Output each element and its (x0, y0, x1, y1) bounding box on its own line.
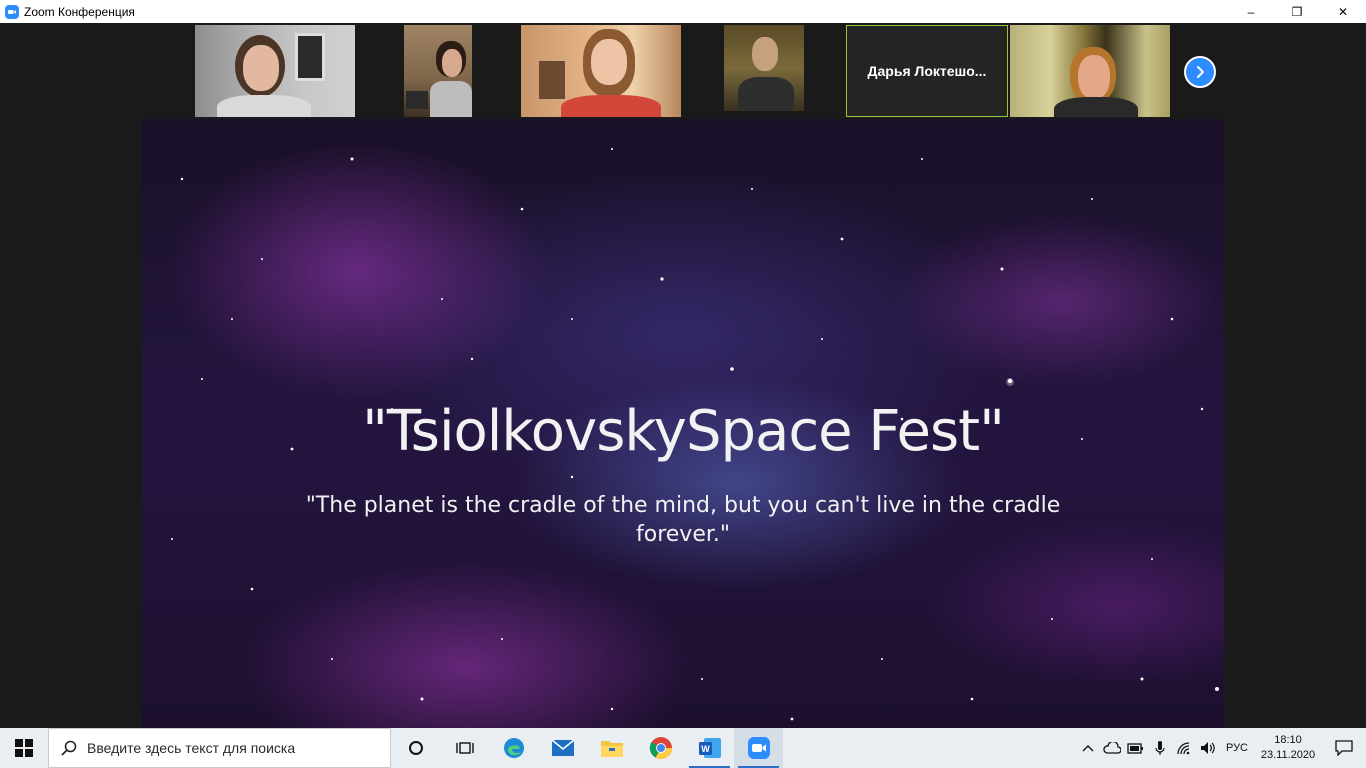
zoom-meeting-area: Дарья Локтешо... "TsiolkovskySpace Fest"… (0, 23, 1366, 728)
network-tray-icon[interactable] (1172, 728, 1196, 768)
shared-screen: "TsiolkovskySpace Fest" "The planet is t… (142, 119, 1224, 728)
participant-video (1010, 25, 1170, 117)
cortana-circle-icon (408, 741, 423, 755)
participant-video-tile[interactable] (724, 25, 804, 111)
word-icon: W (698, 738, 721, 758)
wifi-icon (1177, 742, 1190, 755)
battery-icon (1127, 743, 1143, 754)
mail-icon (550, 739, 575, 756)
svg-text:W: W (701, 744, 710, 754)
edge-taskbar-button[interactable] (489, 728, 538, 768)
action-center-button[interactable] (1322, 728, 1366, 768)
folder-icon (600, 741, 623, 757)
cloud-icon (1103, 742, 1121, 754)
window-titlebar: Zoom Конференция – ❐ ✕ (0, 0, 1366, 23)
gallery-strip: Дарья Локтешо... (0, 25, 1366, 117)
microphone-icon (1155, 741, 1165, 755)
participant-video (521, 25, 681, 117)
search-icon (61, 740, 77, 756)
clock-date: 23.11.2020 (1260, 749, 1316, 761)
cortana-button[interactable] (391, 728, 440, 768)
minimize-button[interactable]: – (1228, 0, 1274, 23)
slide-quote: "The planet is the cradle of the mind, b… (305, 493, 1061, 547)
slide-title: "TsiolkovskySpace Fest" (362, 399, 1005, 464)
window-title: Zoom Конференция (24, 4, 135, 19)
edge-browser-icon (503, 738, 524, 758)
clock-time: 18:10 (1274, 734, 1302, 746)
system-tray: РУС 18:10 23.11.2020 (1076, 728, 1366, 768)
participant-video-tile[interactable] (521, 25, 681, 117)
restore-button[interactable]: ❐ (1274, 0, 1320, 23)
windows-logo-icon (15, 739, 33, 757)
chevron-right-icon (1197, 66, 1204, 78)
zoom-app-icon (5, 4, 19, 19)
taskbar-search-box[interactable]: Введите здесь текст для поиска (48, 728, 391, 768)
chrome-taskbar-button[interactable] (636, 728, 685, 768)
notification-icon (1335, 740, 1353, 756)
taskbar-clock[interactable]: 18:10 23.11.2020 (1254, 733, 1322, 763)
word-taskbar-button[interactable]: W (685, 728, 734, 768)
search-placeholder: Введите здесь текст для поиска (87, 740, 296, 756)
window-controls: – ❐ ✕ (1228, 0, 1366, 23)
participant-name-tile[interactable]: Дарья Локтешо... (846, 25, 1008, 117)
input-language-indicator[interactable]: РУС (1220, 742, 1254, 754)
participant-video (195, 25, 355, 117)
microphone-tray-icon[interactable] (1148, 728, 1172, 768)
close-button[interactable]: ✕ (1320, 0, 1366, 23)
participant-video (404, 25, 472, 117)
chrome-browser-icon (649, 737, 672, 759)
speaker-icon (1200, 742, 1215, 754)
mail-taskbar-button[interactable] (538, 728, 587, 768)
windows-taskbar: Введите здесь текст для поиска W РУС 18:… (0, 728, 1366, 768)
task-view-icon (455, 742, 474, 754)
participant-video (724, 25, 804, 111)
participant-name: Дарья Локтешо... (867, 63, 987, 79)
task-view-button[interactable] (440, 728, 489, 768)
zoom-icon (747, 737, 770, 759)
chevron-up-icon (1082, 745, 1094, 752)
onedrive-tray-icon[interactable] (1100, 728, 1124, 768)
participant-video-tile[interactable] (404, 25, 472, 117)
zoom-taskbar-button[interactable] (734, 728, 783, 768)
start-button[interactable] (0, 728, 48, 768)
show-hidden-icons-button[interactable] (1076, 728, 1100, 768)
gallery-next-button[interactable] (1184, 56, 1216, 88)
file-explorer-taskbar-button[interactable] (587, 728, 636, 768)
participant-video-tile[interactable] (1010, 25, 1170, 117)
volume-tray-icon[interactable] (1196, 728, 1220, 768)
battery-tray-icon[interactable] (1124, 728, 1148, 768)
participant-video-tile[interactable] (195, 25, 355, 117)
